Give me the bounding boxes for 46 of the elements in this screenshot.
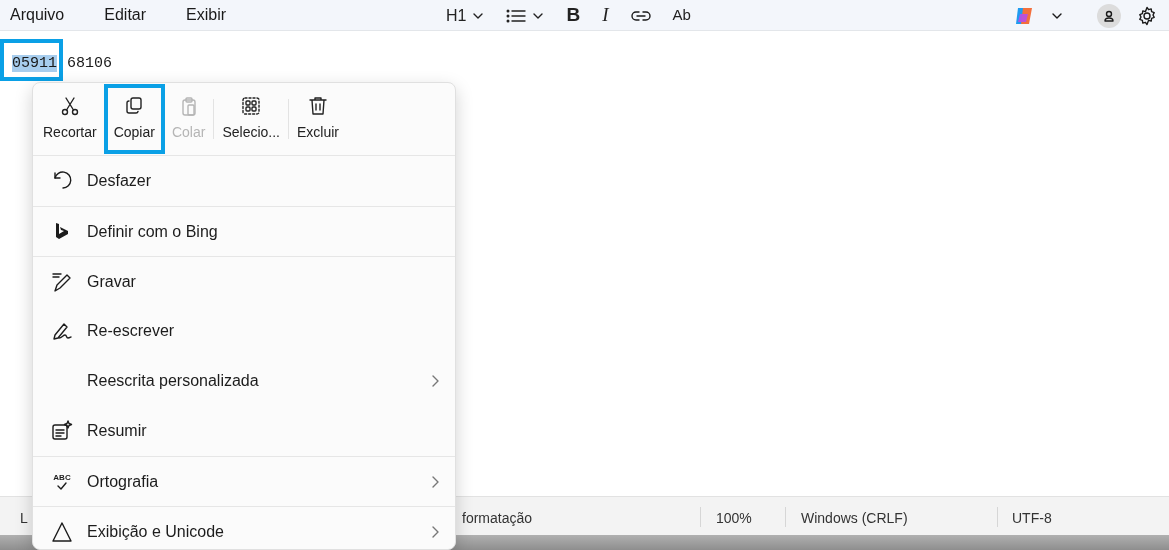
status-text: formatação — [462, 509, 533, 528]
status-text: L — [20, 509, 28, 528]
summary-icon — [51, 420, 73, 442]
chevron-right-icon — [431, 374, 439, 388]
caret-icon — [532, 11, 545, 20]
copy-icon — [124, 95, 145, 116]
spelling-icon: ABC — [53, 473, 71, 490]
warning-icon — [51, 520, 73, 543]
menu-item[interactable]: Editar — [104, 3, 147, 27]
check-icon — [57, 481, 67, 490]
selected-text: 05911 — [12, 55, 57, 72]
list-icon — [506, 7, 527, 24]
menu-item[interactable]: Re-escrever — [33, 306, 455, 356]
bold-button[interactable]: B — [566, 1, 581, 30]
select-all-icon — [241, 95, 262, 116]
caret-icon[interactable] — [1051, 11, 1063, 20]
menu-item[interactable]: Definir com o Bing — [33, 206, 455, 256]
status-text: UTF-8 — [1012, 509, 1052, 528]
status-text: 100% — [716, 509, 752, 528]
pencil-icon — [51, 270, 73, 293]
action-button[interactable]: Excluir — [289, 86, 347, 152]
status-text: Windows (CRLF) — [801, 509, 908, 528]
action-button[interactable]: Selecio... — [214, 86, 288, 152]
avatar-icon[interactable] — [1097, 3, 1121, 28]
action-button[interactable]: Recortar — [35, 86, 105, 152]
chevron-right-icon — [431, 474, 439, 489]
chevron-right-icon — [431, 524, 439, 539]
menu-item[interactable]: Reescrita personalizada — [33, 356, 455, 406]
cut-icon — [59, 95, 80, 116]
delete-icon — [308, 95, 328, 116]
menu-item[interactable]: Arquivo — [10, 3, 65, 27]
action-button[interactable]: Copiar — [105, 86, 163, 152]
menu-item[interactable]: Resumir — [33, 406, 455, 456]
heading-dropdown[interactable]: H1 — [446, 1, 485, 30]
menu-item[interactable]: Exibição e Unicode — [33, 506, 455, 549]
menu-item[interactable]: ABC Ortografia — [33, 456, 455, 506]
spellcheck-button[interactable]: Ab — [672, 1, 691, 30]
settings-icon[interactable] — [1137, 5, 1157, 26]
menu-item[interactable]: Gravar — [33, 256, 455, 306]
italic-button[interactable]: I — [602, 1, 609, 30]
caret-icon — [472, 11, 485, 20]
menu-item[interactable]: Exibir — [186, 3, 227, 27]
link-icon[interactable] — [630, 9, 651, 22]
menu-item[interactable]: Desfazer — [33, 156, 455, 206]
undo-icon — [51, 170, 73, 192]
document-text: 68106 — [67, 55, 113, 72]
